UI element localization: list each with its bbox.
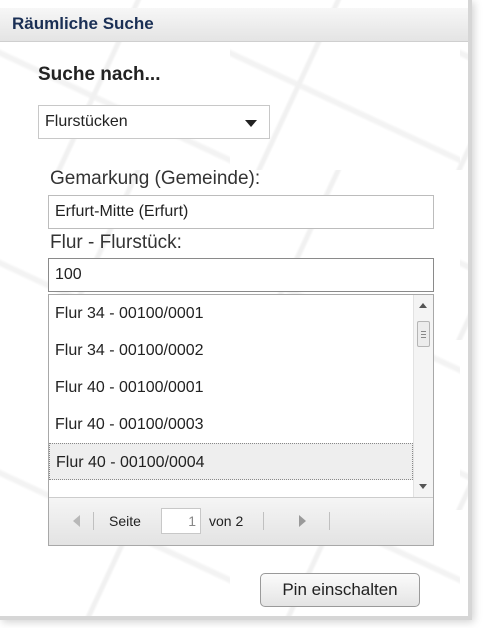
pager-total-label: von 2 (209, 513, 244, 529)
scroll-down-icon[interactable] (419, 484, 427, 489)
search-type-select[interactable]: Flurstücken (38, 105, 270, 139)
list-item[interactable]: Flur 34 - 00100/0001 (49, 295, 413, 332)
list-scrollbar[interactable] (413, 295, 433, 497)
panel-titlebar: Räumliche Suche (0, 8, 468, 42)
flur-label: Flur - Flurstück: (50, 232, 182, 253)
current-page-input[interactable]: 1 (161, 508, 201, 534)
spatial-search-panel: Räumliche Suche Suche nach... Flurstücke… (0, 0, 472, 620)
pager-separator (329, 512, 330, 530)
pin-toggle-button[interactable]: Pin einschalten (260, 573, 420, 607)
search-type-value: Flurstücken (45, 113, 128, 130)
panel-title: Räumliche Suche (12, 14, 154, 33)
flur-input[interactable] (48, 258, 434, 292)
list-item[interactable]: Flur 40 - 00100/0003 (49, 406, 413, 443)
list-item-partial[interactable] (49, 480, 413, 497)
chevron-down-icon (245, 120, 257, 127)
gemarkung-label: Gemarkung (Gemeinde): (50, 168, 261, 189)
results-list: Flur 34 - 00100/0001 Flur 34 - 00100/000… (49, 295, 413, 497)
search-heading: Suche nach... (38, 64, 161, 85)
pager-page-label: Seite (109, 513, 141, 529)
list-item[interactable]: Flur 34 - 00100/0002 (49, 332, 413, 369)
pager-separator (93, 512, 94, 530)
list-item-selected[interactable]: Flur 40 - 00100/0004 (49, 443, 413, 480)
next-page-icon[interactable] (299, 515, 306, 527)
list-item[interactable]: Flur 40 - 00100/0001 (49, 369, 413, 406)
previous-page-icon[interactable] (73, 515, 80, 527)
gemarkung-input[interactable] (48, 195, 434, 229)
scroll-up-icon[interactable] (419, 303, 427, 308)
pager-separator (263, 512, 264, 530)
results-pager: Seite 1 von 2 (49, 497, 433, 545)
scroll-thumb[interactable] (417, 321, 430, 347)
results-dropdown: Flur 34 - 00100/0001 Flur 34 - 00100/000… (48, 294, 434, 546)
